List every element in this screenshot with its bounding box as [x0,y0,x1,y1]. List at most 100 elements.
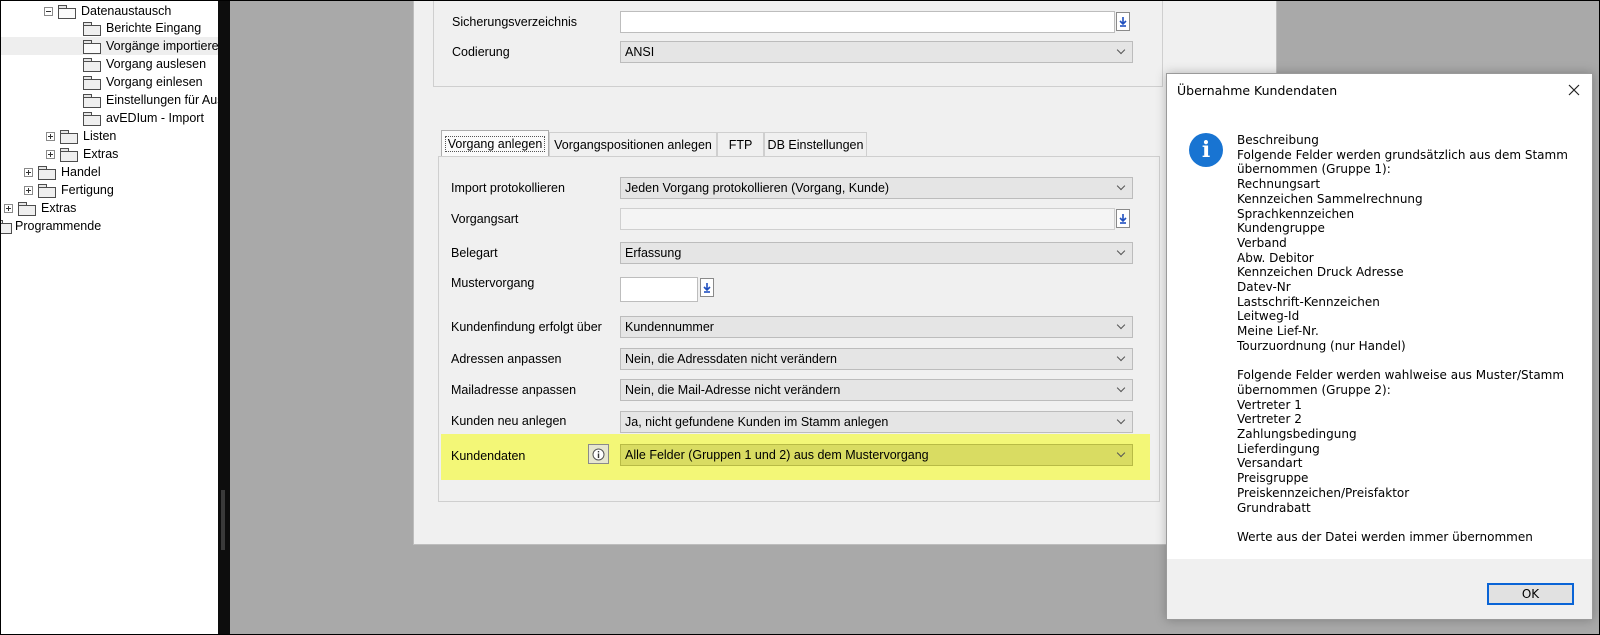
tree-item-extras-sub[interactable]: Extras [46,145,118,163]
import-protokollieren-select[interactable]: Jeden Vorgang protokollieren (Vorgang, K… [620,177,1133,199]
import-protokollieren-label: Import protokollieren [451,181,565,195]
tree-item-vorgang-einlesen[interactable]: Vorgang einlesen [83,73,203,91]
expand-icon[interactable] [46,149,55,159]
kunden-neu-anlegen-label: Kunden neu anlegen [451,414,567,428]
dialog-message-line: Folgende Felder werden wahlweise aus Mus… [1237,368,1565,383]
tree-item-label: avEDIum - Import [106,111,204,125]
tree-item-extras[interactable]: Extras [4,199,76,217]
dialog-message-line: Vertreter 1 [1237,397,1302,412]
dialog-message-line: Folgende Felder werden grundsätzlich aus… [1237,147,1568,162]
dialog-message-line: Preiskennzeichen/Preisfaktor [1237,485,1410,500]
information-icon: i [1189,133,1223,167]
kundendaten-label: Kundendaten [451,449,526,463]
chevron-down-icon [1110,349,1132,369]
tree-item-label: Datenaustausch [81,4,172,18]
chevron-down-icon [1110,445,1132,465]
close-icon[interactable] [1564,80,1584,100]
tree-item-label: Extras [83,147,119,161]
tree-item-programmende[interactable]: Programmende [0,217,101,235]
tree-item-vorgang-auslesen[interactable]: Vorgang auslesen [83,55,206,73]
dialog-message-line: Preisgruppe [1237,471,1309,486]
dialog-message-line [1237,515,1577,530]
kundenfindung-select[interactable]: Kundennummer [620,316,1133,338]
expand-icon[interactable] [24,185,33,195]
dialog-message-line [1237,354,1577,369]
kunden-neu-anlegen-select[interactable]: Ja, nicht gefundene Kunden im Stamm anle… [620,411,1133,433]
belegart-label: Belegart [451,246,498,260]
dialog-message-line: übernommen (Gruppe 1): [1237,162,1391,177]
tree-item-label: Vorgänge importieren [106,39,220,53]
tree-item-fertigung[interactable]: Fertigung [24,181,114,199]
tab-ftp[interactable]: FTP [717,132,764,156]
splitter-grip[interactable] [221,490,225,550]
dialog-message-line: Vertreter 2 [1237,412,1302,427]
sicherungsverzeichnis-label: Sicherungsverzeichnis [452,15,578,29]
dialog-message-line: Sprachkennzeichen [1237,206,1355,221]
dialog-message-line: Kennzeichen Druck Adresse [1237,265,1404,280]
dialog-message-line: Lastschrift-Kennzeichen [1237,294,1380,309]
folder-icon [83,93,101,108]
dialog-message: Beschreibung Folgende Felder werden grund… [1237,133,1577,545]
codierung-select[interactable]: ANSI [620,41,1133,63]
chevron-down-icon [1110,42,1132,62]
folder-icon [38,165,56,180]
codierung-label: Codierung [452,45,510,59]
mailadresse-anpassen-select[interactable]: Nein, die Mail-Adresse nicht verändern [620,379,1133,401]
dialog-message-line: Kundengruppe [1237,221,1325,236]
tab-vorgangspositionen-anlegen[interactable]: Vorgangspositionen anlegen [549,132,717,156]
tree-item-label: Einstellungen für Aus [106,93,220,107]
expand-icon[interactable] [4,203,13,213]
download-arrow-icon[interactable] [1116,209,1130,228]
folder-icon [38,183,56,198]
ok-button[interactable]: OK [1487,583,1574,605]
vorgangsart-input[interactable] [620,208,1115,230]
tree-item-handel[interactable]: Handel [24,163,101,181]
tab-vorgang-anlegen[interactable]: Vorgang anlegen [441,130,549,157]
chevron-down-icon [1110,380,1132,400]
folder-icon [0,219,12,234]
navigation-tree: Datenaustausch Berichte Eingang Vorgänge… [0,0,220,635]
tree-item-label: Vorgang einlesen [106,75,203,89]
dialog-message-line: Datev-Nr [1237,280,1291,295]
chevron-down-icon [1110,317,1132,337]
tree-item-label: Extras [41,201,77,215]
tree-item-listen[interactable]: Listen [46,127,116,145]
folder-icon [83,75,101,90]
tree-item-vorgaenge-importieren[interactable]: Vorgänge importieren [0,37,220,55]
tree-item-berichte-eingang[interactable]: Berichte Eingang [83,19,201,37]
folder-icon [60,147,78,162]
tree-item-label: Programmende [15,219,102,233]
folder-open-icon [83,39,101,54]
folder-icon [83,111,101,126]
mustervorgang-input[interactable] [620,277,698,302]
collapse-icon[interactable] [44,6,53,16]
tree-item-label: Vorgang auslesen [106,57,207,71]
chevron-down-icon [1110,178,1132,198]
tree-item-einstellungen[interactable]: Einstellungen für Aus [83,91,220,109]
expand-icon[interactable] [46,131,55,141]
sicherungsverzeichnis-input[interactable] [620,11,1115,33]
folder-icon [83,57,101,72]
tab-db-einstellungen[interactable]: DB Einstellungen [764,132,867,156]
adressen-anpassen-select[interactable]: Nein, die Adressdaten nicht verändern [620,348,1133,370]
dialog-message-line: Meine Lief-Nr. [1237,324,1319,339]
dialog-message-line: Verband [1237,235,1287,250]
folder-icon [60,129,78,144]
kundendaten-select[interactable]: Alle Felder (Gruppen 1 und 2) aus dem Mu… [620,444,1133,466]
dialog-message-line: Versandart [1237,456,1303,471]
adressen-anpassen-label: Adressen anpassen [451,352,562,366]
folder-icon [18,201,36,216]
belegart-select[interactable]: Erfassung [620,242,1133,264]
tree-item-label: Fertigung [61,183,114,197]
tree-item-avedium-import[interactable]: avEDIum - Import [83,109,204,127]
chevron-down-icon [1110,412,1132,432]
expand-icon[interactable] [24,167,33,177]
download-arrow-icon[interactable] [1116,12,1130,31]
tree-item-datenaustausch[interactable]: Datenaustausch [44,2,171,20]
dialog-message-line: Leitweg-Id [1237,309,1300,324]
folder-icon [83,21,101,36]
tree-item-label: Berichte Eingang [106,21,202,35]
tree-item-label: Handel [61,165,101,179]
download-arrow-icon[interactable] [700,278,714,297]
info-icon[interactable] [588,444,609,464]
